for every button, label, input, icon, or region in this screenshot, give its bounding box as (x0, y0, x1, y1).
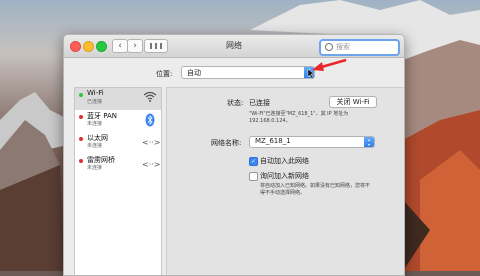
annotation-arrow-icon (307, 58, 347, 80)
